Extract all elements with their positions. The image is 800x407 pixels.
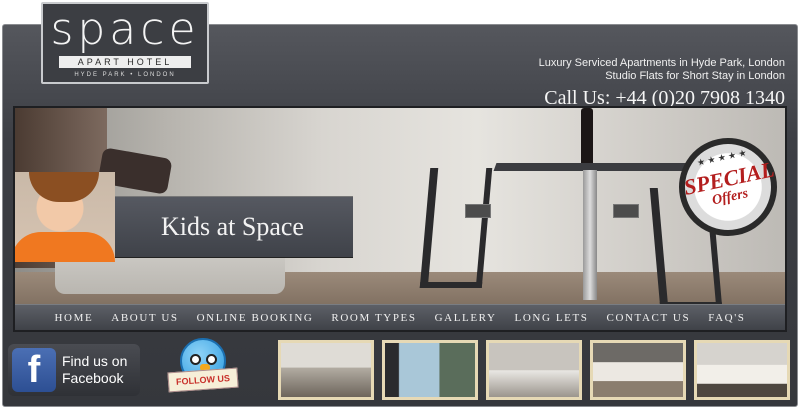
- logo-location: HYDE PARK • LONDON: [74, 72, 176, 78]
- hero-socket: [613, 204, 639, 218]
- nav-gallery[interactable]: GALLERY: [435, 312, 497, 324]
- thumb-image: [281, 343, 371, 397]
- twitter-follow-link[interactable]: FOLLOW US: [150, 338, 250, 400]
- header-tagline-apartments: Luxury Serviced Apartments in Hyde Park,…: [538, 57, 785, 69]
- hero-bottle: [581, 108, 593, 166]
- hero-table-leg: [583, 170, 597, 300]
- kid-shirt: [15, 232, 115, 262]
- nav-long-lets[interactable]: LONG LETS: [515, 312, 589, 324]
- nav-contact-us[interactable]: CONTACT US: [607, 312, 691, 324]
- gallery-thumb-kitchen[interactable]: [590, 340, 686, 400]
- hero-chair-left: [419, 168, 493, 288]
- nav-faqs[interactable]: FAQ'S: [708, 312, 745, 324]
- thumb-image: [697, 343, 787, 397]
- facebook-icon: f: [12, 348, 56, 392]
- twitter-follow-label: FOLLOW US: [167, 367, 239, 393]
- thumb-image: [593, 343, 683, 397]
- thumb-image: [385, 343, 475, 397]
- hero-socket: [465, 204, 491, 218]
- gallery-thumb-balcony[interactable]: [382, 340, 478, 400]
- hero-banner: Kids at Space ★ ★ ★ ★ ★ SPECIAL Offers H…: [13, 106, 787, 332]
- gallery-thumb-bedroom[interactable]: [694, 340, 790, 400]
- facebook-label-line-2: Facebook: [62, 370, 124, 386]
- site-logo[interactable]: space APART HOTEL HYDE PARK • LONDON: [41, 2, 209, 84]
- nav-online-booking[interactable]: ONLINE BOOKING: [197, 312, 314, 324]
- kid-hair: [29, 172, 99, 202]
- gallery-thumbnails: [278, 340, 790, 400]
- facebook-link[interactable]: f Find us on Facebook: [8, 344, 140, 396]
- kids-promo-title[interactable]: Kids at Space: [161, 212, 304, 242]
- thumb-image: [489, 343, 579, 397]
- facebook-label: Find us on Facebook: [62, 353, 127, 387]
- logo-wordmark: space: [50, 4, 200, 55]
- main-nav: HOME ABOUT US ONLINE BOOKING ROOM TYPES …: [15, 304, 785, 330]
- nav-home[interactable]: HOME: [55, 312, 94, 324]
- logo-subtitle: APART HOTEL: [59, 56, 191, 68]
- header-tagline-studios: Studio Flats for Short Stay in London: [605, 70, 785, 82]
- gallery-thumb-bathroom[interactable]: [486, 340, 582, 400]
- twitter-bird-eye: [190, 354, 201, 365]
- gallery-thumb-living-room[interactable]: [278, 340, 374, 400]
- facebook-label-line-1: Find us on: [62, 353, 128, 369]
- nav-about-us[interactable]: ABOUT US: [111, 312, 178, 324]
- kids-promo-photo[interactable]: [15, 172, 115, 262]
- nav-room-types[interactable]: ROOM TYPES: [331, 312, 416, 324]
